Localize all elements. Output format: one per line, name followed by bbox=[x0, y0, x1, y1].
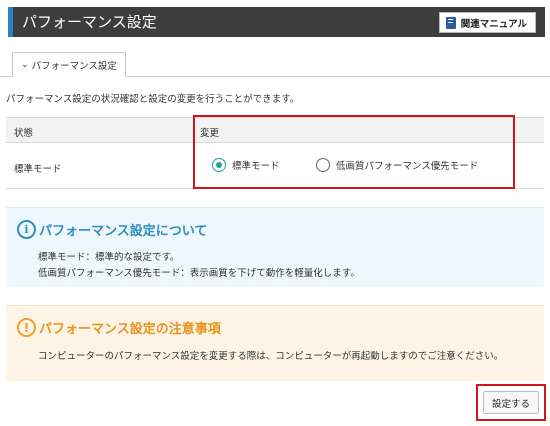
intro-text: パフォーマンス設定の状況確認と設定の変更を行うことができます。 bbox=[6, 94, 300, 105]
info-panel: i パフォーマンス設定について 標準モード：標準的な設定です。 低画質パフォーマ… bbox=[6, 207, 544, 287]
info-icon: i bbox=[17, 220, 36, 239]
warning-icon: ! bbox=[17, 318, 36, 337]
page-title: パフォーマンス設定 bbox=[22, 13, 157, 31]
related-manual-button[interactable]: 関連マニュアル bbox=[438, 12, 536, 33]
highlight-box-submit bbox=[476, 384, 546, 421]
warning-panel: ! パフォーマンス設定の注意事項 コンピューターのパフォーマンス設定を変更する際… bbox=[6, 305, 544, 381]
chevron-down-icon: ⌄ bbox=[21, 59, 29, 70]
page-header: パフォーマンス設定 関連マニュアル bbox=[8, 7, 545, 37]
warning-line: コンピューターのパフォーマンス設定を変更する際は、コンピューターが再起動しますの… bbox=[38, 351, 504, 362]
info-line: 標準モード：標準的な設定です。 bbox=[38, 252, 180, 263]
related-manual-label: 関連マニュアル bbox=[460, 18, 527, 30]
column-header-status: 状態 bbox=[14, 128, 34, 139]
current-mode-value: 標準モード bbox=[14, 164, 62, 175]
info-title: パフォーマンス設定について bbox=[39, 224, 208, 239]
info-line: 低画質パフォーマンス優先モード：表示画質を下げて動作を軽量化します。 bbox=[38, 268, 360, 279]
tab-performance-settings[interactable]: ⌄ パフォーマンス設定 bbox=[12, 52, 126, 77]
warning-title: パフォーマンス設定の注意事項 bbox=[39, 322, 221, 337]
tab-label: パフォーマンス設定 bbox=[31, 60, 117, 72]
highlight-box-change bbox=[193, 115, 515, 189]
book-icon bbox=[445, 16, 456, 29]
